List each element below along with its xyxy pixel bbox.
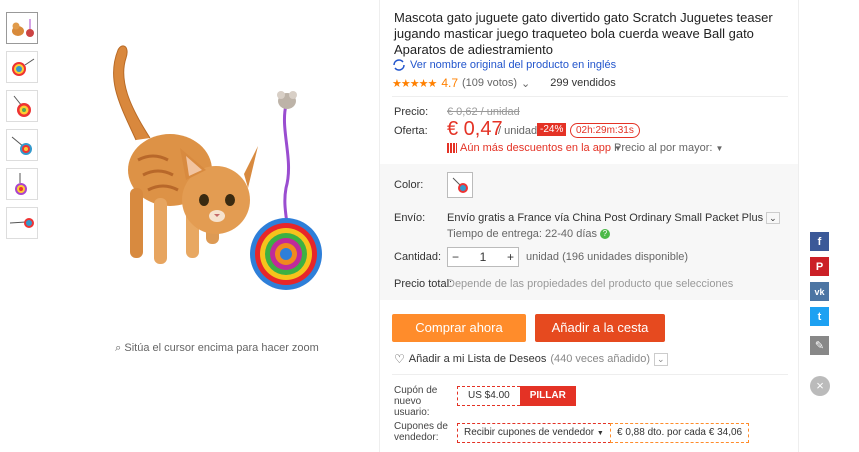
rating-row: ★★★★★ 4.7 (109 votos) ⌄ 299 vendidos — [392, 76, 616, 90]
seller-coupon-label: Cupones de vendedor: — [394, 421, 448, 443]
rating-votes[interactable]: (109 votos) — [462, 77, 517, 89]
vk-icon[interactable]: vk — [810, 282, 829, 301]
app-discount-text[interactable]: Aún más descuentos en la app — [460, 142, 611, 154]
social-share-bar: f P vk t ✎ — [810, 232, 829, 361]
chevron-down-icon[interactable]: ⌄ — [654, 352, 668, 366]
shipping-option[interactable]: Envío gratis a France vía China Post Ord… — [447, 212, 780, 224]
chevron-down-icon[interactable]: ⌄ — [766, 212, 780, 224]
shipping-text[interactable]: Envío gratis a France vía China Post Ord… — [447, 212, 763, 224]
thumbnail-list — [6, 12, 40, 246]
per-unit: / unidad — [498, 125, 538, 137]
total-price-label: Precio total: — [394, 278, 453, 290]
pinterest-icon[interactable]: P — [810, 257, 829, 276]
product-info-panel: Mascota gato juguete gato divertido gato… — [379, 0, 799, 452]
quantity-stepper[interactable]: − 1 + — [447, 247, 519, 267]
qr-code-icon — [447, 143, 457, 153]
offer-label: Oferta: — [394, 125, 428, 137]
thumbnail-4[interactable] — [6, 129, 38, 161]
thumbnail-6[interactable] — [6, 207, 38, 239]
facebook-icon[interactable]: f — [810, 232, 829, 251]
divider — [392, 374, 788, 375]
sold-count: 299 vendidos — [550, 77, 616, 89]
zoom-hint-text: Sitúa el cursor encima para hacer zoom — [124, 342, 319, 354]
price-label: Precio: — [394, 106, 429, 118]
thumbnail-1[interactable] — [6, 12, 38, 44]
product-title: Mascota gato juguete gato divertido gato… — [394, 10, 773, 57]
quantity-value[interactable]: 1 — [480, 250, 487, 264]
zoom-hint: ⌕ Sitúa el cursor encima para hacer zoom — [58, 342, 376, 355]
plus-button[interactable]: + — [507, 250, 514, 264]
minus-button[interactable]: − — [452, 250, 459, 264]
grab-coupon-button[interactable]: PILLAR — [519, 386, 576, 406]
zoom-icon: ⌕ — [115, 342, 125, 354]
seller-coupon-text[interactable]: Recibir cupones de vendedor — [464, 427, 594, 438]
new-user-coupon-label: Cupón de nuevo usuario: — [394, 385, 438, 418]
chevron-down-icon[interactable]: ⌄ — [521, 77, 530, 90]
twitter-icon[interactable]: t — [810, 307, 829, 326]
coupon-amount: US $4.00 — [457, 386, 520, 406]
available-units: unidad (196 unidades disponible) — [526, 251, 689, 263]
thumbnail-2[interactable] — [6, 51, 38, 83]
wishlist-text[interactable]: Añadir a mi Lista de Deseos — [409, 353, 547, 365]
original-name-text[interactable]: Ver nombre original del producto en ingl… — [410, 59, 616, 71]
thumbnail-5[interactable] — [6, 168, 38, 200]
wishlist-count: (440 veces añadido) — [550, 353, 651, 365]
close-icon[interactable]: × — [810, 376, 830, 396]
thumbnail-3[interactable] — [6, 90, 38, 122]
edit-icon[interactable]: ✎ — [810, 336, 829, 355]
rating-score: 4.7 — [441, 76, 458, 90]
original-name-link[interactable]: Ver nombre original del producto en ingl… — [392, 59, 616, 71]
new-user-coupon: US $4.00 PILLAR — [457, 386, 576, 406]
old-price: € 0,62 / unidad — [447, 106, 520, 118]
color-label: Color: — [394, 179, 424, 191]
discount-badge: -24% — [537, 123, 567, 136]
quantity-label: Cantidad: — [394, 251, 442, 263]
delivery-time-text: Tiempo de entrega: 22-40 días — [447, 228, 598, 240]
offer-price: € 0,47 — [447, 118, 503, 140]
delivery-time: Tiempo de entrega: 22-40 días ? — [447, 228, 611, 240]
caret-down-icon: ▼ — [596, 430, 604, 437]
app-discount-link[interactable]: Aún más descuentos en la app ▼ — [447, 142, 622, 154]
product-main-image[interactable] — [58, 10, 376, 320]
countdown-timer: 02h:29m:31s — [570, 123, 640, 138]
add-to-cart-button[interactable]: Añadir a la cesta — [535, 314, 665, 342]
wishlist-row[interactable]: ♡ Añadir a mi Lista de Deseos (440 veces… — [394, 352, 668, 366]
color-swatch[interactable] — [447, 172, 473, 198]
seller-coupon-dropdown[interactable]: Recibir cupones de vendedor ▼ — [457, 423, 611, 443]
buy-now-button[interactable]: Comprar ahora — [392, 314, 526, 342]
help-icon[interactable]: ? — [600, 229, 611, 239]
bulk-price-text[interactable]: Precio al por mayor: — [614, 142, 712, 154]
bulk-price-link[interactable]: Precio al por mayor: ▼ — [614, 142, 723, 154]
divider — [392, 96, 788, 97]
shipping-label: Envío: — [394, 212, 426, 224]
star-rating-icon: ★★★★★ — [392, 77, 437, 90]
caret-down-icon: ▼ — [715, 144, 724, 153]
heart-icon[interactable]: ♡ — [394, 352, 405, 366]
translate-icon — [393, 59, 405, 71]
total-price-hint: Depende de las propiedades del producto … — [447, 278, 734, 290]
seller-coupon-offer[interactable]: € 0,88 dto. por cada € 34,06 — [610, 423, 750, 443]
